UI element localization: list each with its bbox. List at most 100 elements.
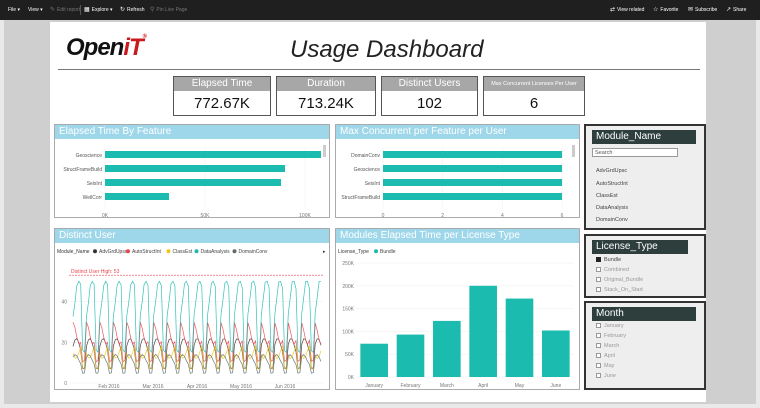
x-tick-label: Jun 2016 xyxy=(275,384,296,389)
bar xyxy=(433,320,461,377)
elapsed-by-feature-panel[interactable]: Elapsed Time By Feature 0K 50K 100K Geoscie… xyxy=(54,124,330,218)
bar xyxy=(105,165,285,172)
explore-menu[interactable]: ▦ Explore ▾ xyxy=(84,0,113,20)
checkbox-icon xyxy=(596,323,601,329)
checkbox-icon xyxy=(596,287,601,293)
pin-live-page-button[interactable]: ⚲ Pin Live Page xyxy=(150,0,187,20)
kpi-label: Elapsed Time xyxy=(174,77,270,91)
legend-label: ClassEst xyxy=(173,249,193,255)
kpi-elapsed-time[interactable]: Elapsed Time 772.67K xyxy=(173,76,271,116)
slicer-title: License_Type xyxy=(592,240,688,254)
category-label: StructFrameBuild xyxy=(341,195,380,201)
slicer-option-month[interactable]: May xyxy=(596,363,614,369)
slicer-search-input[interactable]: Search xyxy=(592,148,678,157)
openit-logo: OpeniT® xyxy=(66,34,147,61)
edit-report-button[interactable]: ✎ Edit report xyxy=(50,0,80,20)
checkbox-icon xyxy=(596,343,601,349)
category-label: StructFrameBuild xyxy=(63,167,102,173)
file-menu[interactable]: File ▾ xyxy=(8,0,20,20)
legend-marker xyxy=(93,249,97,254)
favorite-button[interactable]: ☆ Favorite xyxy=(653,0,678,20)
x-tick-label: 0K xyxy=(102,213,109,217)
view-related-button[interactable]: ⇄ View related xyxy=(610,0,644,20)
x-tick-label: Apr 2016 xyxy=(187,384,208,389)
kpi-label: Duration xyxy=(277,77,375,91)
slicer-item[interactable]: AdvGrdUpsc xyxy=(596,168,627,174)
slicer-title: Module_Name xyxy=(592,130,696,144)
y-tick-label: 20 xyxy=(61,340,67,346)
slicer-option-month[interactable]: January xyxy=(596,323,624,329)
y-tick-label: 0 xyxy=(64,381,67,387)
y-tick-label: 200K xyxy=(342,284,354,290)
legend-scroll-icon: ▸ xyxy=(323,249,326,255)
slicer-item[interactable]: AutoStructInt xyxy=(596,181,628,187)
legend-marker xyxy=(126,249,130,254)
x-tick-label: April xyxy=(478,383,488,389)
slicer-option-stack-on-start[interactable]: Stack_On_Start xyxy=(596,287,643,293)
bar xyxy=(105,179,281,186)
month-slicer[interactable]: Month January February March April May J… xyxy=(584,301,706,390)
max-concurrent-chart: 0 2 4 6 DomainConv Geoscience SeisInt StructFra… xyxy=(341,145,575,217)
subscribe-button[interactable]: ✉ Subscribe xyxy=(688,0,717,20)
elapsed-by-feature-chart: 0K 50K 100K Geoscience StructFrameBuild SeisI… xyxy=(63,145,326,217)
modules-elapsed-panel[interactable]: Modules Elapsed Time per License Type Li… xyxy=(335,228,580,390)
legend-marker xyxy=(166,249,171,254)
kpi-value: 6 xyxy=(529,95,539,112)
legend-label: AutoStructInt xyxy=(132,249,162,255)
category-label: DomainConv xyxy=(351,153,380,159)
legend-title: Module_Name xyxy=(57,249,90,255)
refresh-button[interactable]: ↻ Refresh xyxy=(120,0,145,20)
reference-line-label: Distinct User High: 53 xyxy=(71,269,120,275)
panel-title: Distinct User xyxy=(55,229,329,243)
y-tick-label: 150K xyxy=(342,307,354,313)
slicer-option-month[interactable]: March xyxy=(596,343,619,349)
x-tick-label: 2 xyxy=(441,213,444,217)
x-tick-label: May 2016 xyxy=(230,384,252,389)
kpi-label: Distinct Users xyxy=(382,77,477,91)
module-name-slicer[interactable]: Module_Name Search AdvGrdUpsc AutoStruct… xyxy=(584,124,706,230)
y-tick-label: 250K xyxy=(342,261,354,267)
max-concurrent-panel[interactable]: Max Concurrent per Feature per User 0 2 4 6… xyxy=(335,124,580,218)
slicer-item[interactable]: ClassEst xyxy=(596,193,618,199)
toolbar-divider xyxy=(80,5,81,15)
legend-label: DataAnalysis xyxy=(201,249,231,255)
legend-title: License_Type xyxy=(338,249,369,255)
kpi-label: Max Concurrent Licenses Per User xyxy=(484,77,584,91)
legend-label: AdvGrdUpsc xyxy=(99,249,128,255)
series-line xyxy=(72,280,322,354)
slicer-option-month[interactable]: February xyxy=(596,333,626,339)
y-tick-label: 40 xyxy=(61,300,67,306)
bar xyxy=(105,193,169,200)
x-tick-label: Feb 2016 xyxy=(98,384,119,389)
category-label: SeisInt xyxy=(87,181,103,187)
share-button[interactable]: ↗ Share xyxy=(726,0,746,20)
kpi-max-concurrent[interactable]: Max Concurrent Licenses Per User 6 xyxy=(483,76,585,116)
slicer-option-month[interactable]: April xyxy=(596,353,615,359)
category-label: Geoscience xyxy=(354,167,381,173)
panel-title: Elapsed Time By Feature xyxy=(55,125,329,139)
license-type-slicer[interactable]: License_Type Bundle Combined Original_Bu… xyxy=(584,234,706,298)
legend-marker xyxy=(232,249,237,254)
category-label: Geoscience xyxy=(76,153,103,159)
slicer-option-bundle[interactable]: Bundle xyxy=(596,257,621,263)
slicer-item[interactable]: DataAnalysis xyxy=(596,205,628,211)
bar xyxy=(505,298,534,377)
slicer-item[interactable]: DomainConv xyxy=(596,217,628,223)
pencil-icon: ✎ xyxy=(50,7,56,13)
bar xyxy=(383,179,563,186)
kpi-duration[interactable]: Duration 713.24K xyxy=(276,76,376,116)
slicer-option-original-bundle[interactable]: Original_Bundle xyxy=(596,277,643,283)
bar xyxy=(542,330,570,377)
mail-icon: ✉ xyxy=(688,7,694,13)
distinct-user-panel[interactable]: Distinct User Module_Name AdvGrdUpsc AutoS… xyxy=(54,228,330,390)
kpi-value: 772.67K xyxy=(194,95,250,112)
slicer-option-combined[interactable]: Combined xyxy=(596,267,629,273)
view-menu[interactable]: View ▾ xyxy=(28,0,43,20)
bar xyxy=(469,285,497,377)
kpi-distinct-users[interactable]: Distinct Users 102 xyxy=(381,76,478,116)
title-divider xyxy=(58,69,700,70)
slicer-option-month[interactable]: June xyxy=(596,373,616,379)
checkbox-icon xyxy=(596,373,601,379)
x-tick-label: 0 xyxy=(382,213,385,217)
scrollbar xyxy=(323,145,326,157)
